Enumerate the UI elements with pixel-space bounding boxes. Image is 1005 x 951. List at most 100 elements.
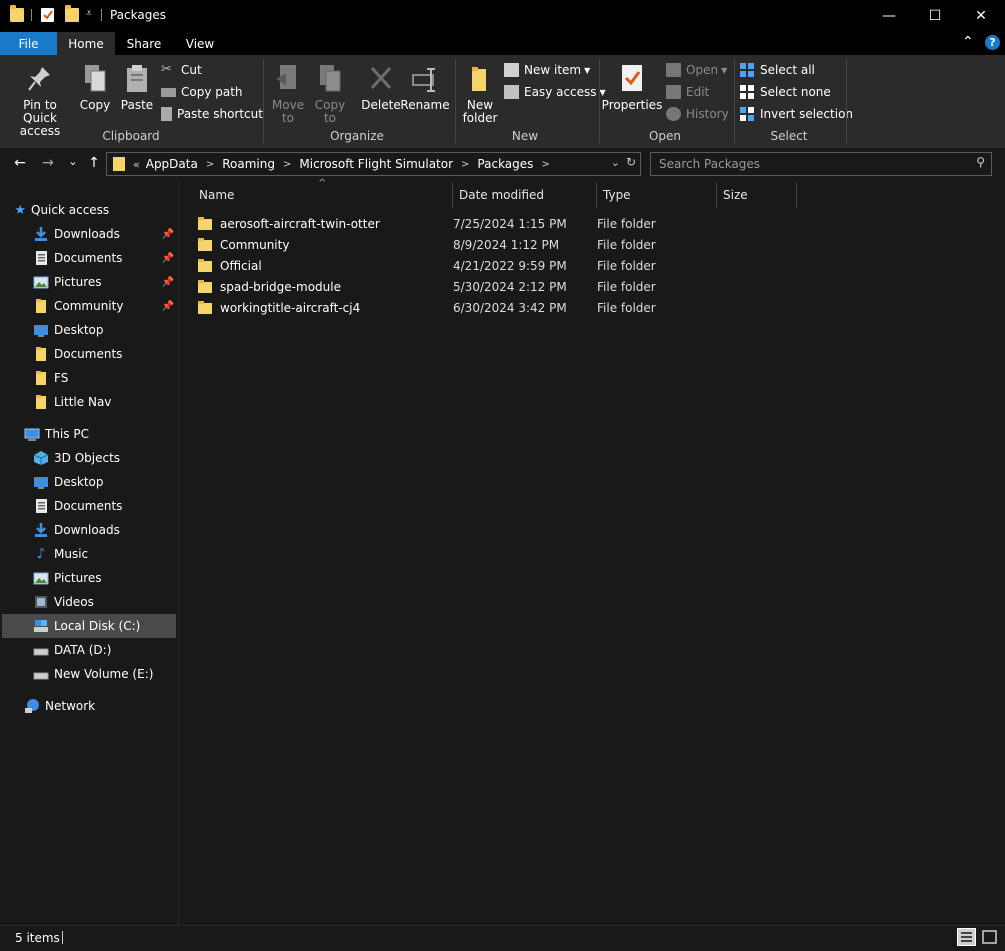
sidebar-item-music[interactable]: ♪ Music [0,542,177,566]
column-divider[interactable] [596,182,597,208]
sidebar-item-local-disk-c[interactable]: Local Disk (C:) [2,614,176,638]
tab-file[interactable]: File [0,32,57,55]
search-icon[interactable]: ⚲ [976,155,985,169]
invert-selection-button[interactable]: Invert selection [740,105,853,123]
sidebar-item-documents[interactable]: Documents 📌 [0,246,177,270]
table-row[interactable]: workingtitle-aircraft-cj4 6/30/2024 3:42… [192,297,752,318]
sidebar-item-3d-objects[interactable]: 3D Objects [0,446,177,470]
help-icon[interactable]: ? [985,35,1000,50]
copy-path-button[interactable]: Copy path [161,83,243,101]
pin-icon[interactable]: 📌 [162,253,174,264]
breadcrumb-packages[interactable]: Packages [477,157,533,171]
copy-button[interactable]: Copy [77,63,113,112]
sidebar-quick-access[interactable]: ★ Quick access [0,198,177,222]
new-folder-button[interactable]: New folder [462,63,498,125]
table-row[interactable]: Official 4/21/2022 9:59 PM File folder [192,255,752,276]
sidebar-item-pictures[interactable]: Pictures 📌 [0,270,177,294]
back-button[interactable]: ← [10,155,30,171]
easy-access-button[interactable]: Easy access ▼ [504,83,606,101]
breadcrumb-flight-simulator[interactable]: Microsoft Flight Simulator [299,157,453,171]
move-to-button[interactable]: Move to [270,63,306,125]
address-bar[interactable]: « AppData > Roaming > Microsoft Flight S… [106,152,641,176]
table-row[interactable]: spad-bridge-module 5/30/2024 2:12 PM Fil… [192,276,752,297]
sidebar-item-downloads-pc[interactable]: Downloads [0,518,177,542]
customize-quick-access-icon[interactable]: ⩡ [86,8,92,19]
sidebar-item-fs[interactable]: FS [0,366,177,390]
paste-button[interactable]: Paste [118,63,156,112]
chevron-right-icon[interactable]: > [541,159,549,170]
pin-icon[interactable]: 📌 [162,229,174,240]
search-input[interactable]: Search Packages [659,157,760,171]
sidebar-this-pc[interactable]: This PC [0,422,177,446]
large-icons-view-button[interactable] [980,928,999,946]
tab-view[interactable]: View [176,32,224,55]
column-header-date-modified[interactable]: Date modified [459,184,593,206]
select-none-button[interactable]: Select none [740,83,831,101]
column-header-name[interactable]: Name [199,184,449,206]
pin-icon[interactable]: 📌 [162,301,174,312]
history-icon [666,107,681,121]
column-header-type[interactable]: Type [603,184,713,206]
new-item-button[interactable]: New item ▼ [504,61,590,79]
collapse-ribbon-icon[interactable]: ⌃ [962,34,974,50]
paste-shortcut-button[interactable]: Paste shortcut [161,105,263,123]
up-button[interactable]: ↑ [84,155,104,171]
sidebar-item-new-volume-e[interactable]: New Volume (E:) [0,662,177,686]
recent-locations-button[interactable]: ⌄ [63,155,83,168]
sidebar-item-community[interactable]: Community 📌 [0,294,177,318]
copy-to-label: Copy to [314,98,346,125]
breadcrumb-roaming[interactable]: Roaming [222,157,275,171]
column-header-size[interactable]: Size [723,184,793,206]
refresh-icon[interactable]: ↻ [626,155,636,169]
tab-home[interactable]: Home [57,32,115,55]
select-all-button[interactable]: Select all [740,61,815,79]
sidebar-item-pictures-pc[interactable]: Pictures [0,566,177,590]
sidebar-item-desktop[interactable]: Desktop [0,318,177,342]
history-button[interactable]: History [666,105,729,123]
minimize-button[interactable]: — [866,0,912,32]
sidebar-item-data-d[interactable]: DATA (D:) [0,638,177,662]
table-row[interactable]: aerosoft-aircraft-twin-otter 7/25/2024 1… [192,213,752,234]
sidebar-network[interactable]: Network [0,694,177,718]
maximize-button[interactable]: ☐ [912,0,958,32]
chevron-right-icon[interactable]: > [206,159,214,170]
column-divider[interactable] [452,182,453,208]
copy-to-button[interactable]: Copy to [312,63,348,125]
sidebar-item-documents-folder[interactable]: Documents [0,342,177,366]
search-box[interactable]: Search Packages ⚲ [650,152,992,176]
tab-share[interactable]: Share [120,32,168,55]
cut-button[interactable]: ✂ Cut [161,61,202,79]
pin-to-quick-access-button[interactable]: Pin to Quick access [5,63,75,138]
sidebar-item-label: Downloads [54,523,120,537]
rename-button[interactable]: Rename [400,63,450,112]
pin-icon[interactable]: 📌 [162,277,174,288]
edit-button[interactable]: Edit [666,83,709,101]
forward-button[interactable]: → [38,155,58,171]
chevron-right-icon[interactable]: > [461,159,469,170]
open-button[interactable]: Open ▼ [666,61,727,79]
breadcrumb-appdata[interactable]: AppData [146,157,198,171]
sidebar-item-videos[interactable]: Videos [0,590,177,614]
sidebar-item-label: New Volume (E:) [54,667,154,681]
close-button[interactable]: ✕ [958,0,1004,32]
sidebar-item-desktop-pc[interactable]: Desktop [0,470,177,494]
column-divider[interactable] [796,182,797,208]
new-folder-quick-icon[interactable] [65,5,79,22]
column-divider[interactable] [716,182,717,208]
details-view-button[interactable] [957,928,976,946]
breadcrumb-overflow[interactable]: « [133,158,140,171]
sidebar-item-downloads[interactable]: Downloads 📌 [0,222,177,246]
sidebar-item-little-nav[interactable]: Little Nav [0,390,177,414]
sidebar-item-label: Videos [54,595,94,609]
table-row[interactable]: Community 8/9/2024 1:12 PM File folder [192,234,752,255]
status-bar [0,925,1005,951]
dropdown-arrow-icon: ▼ [584,65,591,75]
chevron-right-icon[interactable]: > [283,159,291,170]
sidebar-item-label: Desktop [54,475,104,489]
properties-quick-icon[interactable] [41,8,54,22]
sidebar-item-documents-pc[interactable]: Documents [0,494,177,518]
delete-button[interactable]: Delete [361,63,401,112]
address-history-dropdown-icon[interactable]: ⌄ [611,156,620,169]
properties-button[interactable]: Properties [602,63,662,112]
sidebar-item-label: DATA (D:) [54,643,112,657]
